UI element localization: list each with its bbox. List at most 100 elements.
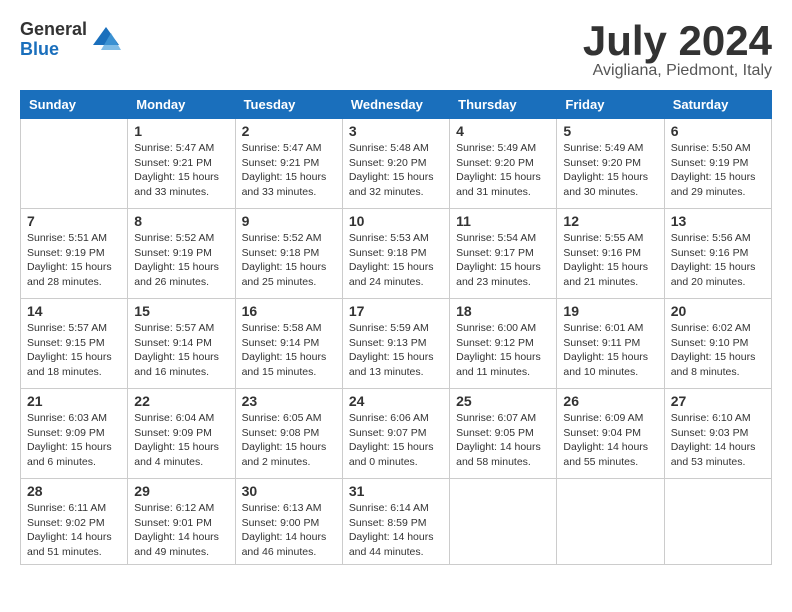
day-info: Sunrise: 6:00 AM Sunset: 9:12 PM Dayligh… (456, 321, 550, 380)
calendar-cell: 28Sunrise: 6:11 AM Sunset: 9:02 PM Dayli… (21, 479, 128, 565)
calendar-week-4: 21 Sunrise: 6:03 AM Sunset: 9:09 PM Dayli… (21, 389, 772, 479)
calendar-header-row: SundayMondayTuesdayWednesdayThursdayFrid… (21, 91, 772, 119)
calendar-cell: 27 Sunrise: 6:10 AM Sunset: 9:03 PM Dayli… (664, 389, 771, 479)
day-info: Sunrise: 5:53 AM Sunset: 9:18 PM Dayligh… (349, 231, 443, 290)
day-info: Sunrise: 5:51 AM Sunset: 9:19 PM Dayligh… (27, 231, 121, 290)
day-info: Sunrise: 6:09 AM Sunset: 9:04 PM Dayligh… (563, 411, 657, 470)
day-number: 14 (27, 303, 121, 319)
calendar-cell: 15Sunrise: 5:57 AM Sunset: 9:14 PM Dayli… (128, 299, 235, 389)
day-number: 11 (456, 213, 550, 229)
calendar-table: SundayMondayTuesdayWednesdayThursdayFrid… (20, 90, 772, 565)
month-title: July 2024 (583, 20, 772, 62)
calendar-cell: 30 Sunrise: 6:13 AM Sunset: 9:00 PM Dayli… (235, 479, 342, 565)
calendar-cell: 1 Sunrise: 5:47 AM Sunset: 9:21 PM Daylig… (128, 119, 235, 209)
day-number: 5 (563, 123, 657, 139)
calendar-cell (21, 119, 128, 209)
day-number: 26 (563, 393, 657, 409)
day-info: Sunrise: 5:52 AM Sunset: 9:19 PM Dayligh… (134, 231, 228, 290)
day-info: Sunrise: 5:58 AM Sunset: 9:14 PM Dayligh… (242, 321, 336, 380)
calendar-cell: 2 Sunrise: 5:47 AM Sunset: 9:21 PM Daylig… (235, 119, 342, 209)
location: Avigliana, Piedmont, Italy (583, 62, 772, 80)
header-friday: Friday (557, 91, 664, 119)
day-info: Sunrise: 6:04 AM Sunset: 9:09 PM Dayligh… (134, 411, 228, 470)
header-thursday: Thursday (450, 91, 557, 119)
calendar-week-2: 7 Sunrise: 5:51 AM Sunset: 9:19 PM Daylig… (21, 209, 772, 299)
day-number: 9 (242, 213, 336, 229)
day-number: 24 (349, 393, 443, 409)
calendar-cell: 9 Sunrise: 5:52 AM Sunset: 9:18 PM Daylig… (235, 209, 342, 299)
day-number: 29 (134, 483, 228, 499)
day-info: Sunrise: 5:48 AM Sunset: 9:20 PM Dayligh… (349, 141, 443, 200)
day-info: Sunrise: 6:12 AM Sunset: 9:01 PM Dayligh… (134, 501, 228, 560)
day-info: Sunrise: 5:52 AM Sunset: 9:18 PM Dayligh… (242, 231, 336, 290)
day-number: 10 (349, 213, 443, 229)
logo-general: General (20, 20, 87, 40)
day-number: 23 (242, 393, 336, 409)
day-number: 3 (349, 123, 443, 139)
header-tuesday: Tuesday (235, 91, 342, 119)
day-number: 25 (456, 393, 550, 409)
calendar-cell: 19 Sunrise: 6:01 AM Sunset: 9:11 PM Dayli… (557, 299, 664, 389)
calendar-cell: 13Sunrise: 5:56 AM Sunset: 9:16 PM Dayli… (664, 209, 771, 299)
header-saturday: Saturday (664, 91, 771, 119)
logo: General Blue (20, 20, 121, 60)
day-number: 15 (134, 303, 228, 319)
calendar-cell: 12 Sunrise: 5:55 AM Sunset: 9:16 PM Dayli… (557, 209, 664, 299)
calendar-cell: 5 Sunrise: 5:49 AM Sunset: 9:20 PM Daylig… (557, 119, 664, 209)
day-number: 7 (27, 213, 121, 229)
calendar-cell: 16Sunrise: 5:58 AM Sunset: 9:14 PM Dayli… (235, 299, 342, 389)
day-info: Sunrise: 5:49 AM Sunset: 9:20 PM Dayligh… (456, 141, 550, 200)
day-number: 30 (242, 483, 336, 499)
day-info: Sunrise: 5:47 AM Sunset: 9:21 PM Dayligh… (242, 141, 336, 200)
calendar-cell: 17 Sunrise: 5:59 AM Sunset: 9:13 PM Dayli… (342, 299, 449, 389)
day-info: Sunrise: 6:13 AM Sunset: 9:00 PM Dayligh… (242, 501, 336, 560)
day-info: Sunrise: 6:07 AM Sunset: 9:05 PM Dayligh… (456, 411, 550, 470)
calendar-cell (664, 479, 771, 565)
calendar-cell (450, 479, 557, 565)
calendar-week-1: 1 Sunrise: 5:47 AM Sunset: 9:21 PM Daylig… (21, 119, 772, 209)
day-number: 22 (134, 393, 228, 409)
calendar-cell: 14 Sunrise: 5:57 AM Sunset: 9:15 PM Dayli… (21, 299, 128, 389)
day-info: Sunrise: 6:05 AM Sunset: 9:08 PM Dayligh… (242, 411, 336, 470)
calendar-cell: 25 Sunrise: 6:07 AM Sunset: 9:05 PM Dayli… (450, 389, 557, 479)
day-number: 8 (134, 213, 228, 229)
day-info: Sunrise: 5:47 AM Sunset: 9:21 PM Dayligh… (134, 141, 228, 200)
calendar-cell: 26 Sunrise: 6:09 AM Sunset: 9:04 PM Dayli… (557, 389, 664, 479)
day-number: 19 (563, 303, 657, 319)
day-number: 1 (134, 123, 228, 139)
calendar-cell: 8 Sunrise: 5:52 AM Sunset: 9:19 PM Daylig… (128, 209, 235, 299)
day-info: Sunrise: 6:10 AM Sunset: 9:03 PM Dayligh… (671, 411, 765, 470)
calendar-cell: 18 Sunrise: 6:00 AM Sunset: 9:12 PM Dayli… (450, 299, 557, 389)
calendar-cell: 20Sunrise: 6:02 AM Sunset: 9:10 PM Dayli… (664, 299, 771, 389)
calendar-cell: 3 Sunrise: 5:48 AM Sunset: 9:20 PM Daylig… (342, 119, 449, 209)
day-info: Sunrise: 6:11 AM Sunset: 9:02 PM Dayligh… (27, 501, 121, 560)
day-number: 18 (456, 303, 550, 319)
header-monday: Monday (128, 91, 235, 119)
day-number: 2 (242, 123, 336, 139)
calendar-cell: 24Sunrise: 6:06 AM Sunset: 9:07 PM Dayli… (342, 389, 449, 479)
calendar-cell: 4 Sunrise: 5:49 AM Sunset: 9:20 PM Daylig… (450, 119, 557, 209)
header-sunday: Sunday (21, 91, 128, 119)
calendar-cell: 21 Sunrise: 6:03 AM Sunset: 9:09 PM Dayli… (21, 389, 128, 479)
day-number: 27 (671, 393, 765, 409)
day-info: Sunrise: 5:56 AM Sunset: 9:16 PM Dayligh… (671, 231, 765, 290)
calendar-cell: 11 Sunrise: 5:54 AM Sunset: 9:17 PM Dayli… (450, 209, 557, 299)
logo-blue: Blue (20, 40, 87, 60)
day-info: Sunrise: 6:01 AM Sunset: 9:11 PM Dayligh… (563, 321, 657, 380)
calendar-cell: 22 Sunrise: 6:04 AM Sunset: 9:09 PM Dayli… (128, 389, 235, 479)
day-info: Sunrise: 6:03 AM Sunset: 9:09 PM Dayligh… (27, 411, 121, 470)
day-info: Sunrise: 5:50 AM Sunset: 9:19 PM Dayligh… (671, 141, 765, 200)
day-info: Sunrise: 6:02 AM Sunset: 9:10 PM Dayligh… (671, 321, 765, 380)
day-number: 6 (671, 123, 765, 139)
day-info: Sunrise: 5:57 AM Sunset: 9:15 PM Dayligh… (27, 321, 121, 380)
day-number: 21 (27, 393, 121, 409)
calendar-cell: 10 Sunrise: 5:53 AM Sunset: 9:18 PM Dayli… (342, 209, 449, 299)
day-info: Sunrise: 5:54 AM Sunset: 9:17 PM Dayligh… (456, 231, 550, 290)
day-info: Sunrise: 5:49 AM Sunset: 9:20 PM Dayligh… (563, 141, 657, 200)
day-number: 17 (349, 303, 443, 319)
day-number: 4 (456, 123, 550, 139)
day-number: 12 (563, 213, 657, 229)
calendar-cell: 31Sunrise: 6:14 AM Sunset: 8:59 PM Dayli… (342, 479, 449, 565)
day-info: Sunrise: 5:59 AM Sunset: 9:13 PM Dayligh… (349, 321, 443, 380)
day-info: Sunrise: 5:55 AM Sunset: 9:16 PM Dayligh… (563, 231, 657, 290)
